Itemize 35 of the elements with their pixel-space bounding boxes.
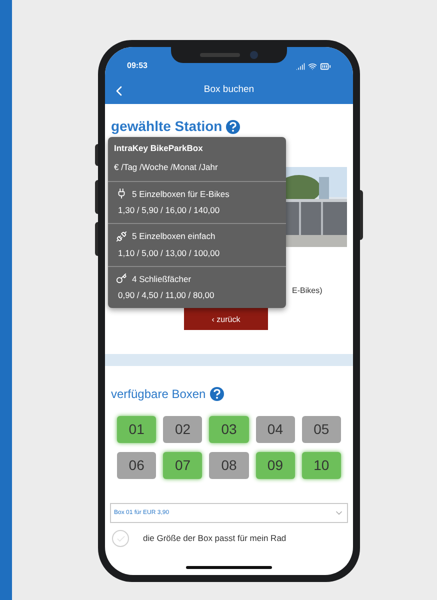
camera-icon xyxy=(250,51,258,59)
box-tile[interactable]: 03 xyxy=(209,416,249,443)
tooltip-item-label: 4 Schließfächer xyxy=(132,272,192,286)
box-tile[interactable]: 05 xyxy=(302,416,341,443)
tooltip-item-prices: 1,10 / 5,00 / 13,00 / 100,00 xyxy=(117,246,221,260)
unplug-icon xyxy=(116,230,127,242)
tooltip-title: IntraKey BikeParkBox xyxy=(114,142,204,155)
tooltip-item-label: 5 Einzelboxen für E-Bikes xyxy=(132,188,230,200)
station-heading: gewählte Station xyxy=(111,117,222,136)
help-icon[interactable] xyxy=(210,387,224,401)
box-tile[interactable]: 04 xyxy=(256,416,295,443)
page-title: Box buchen xyxy=(202,83,256,98)
key-icon xyxy=(116,273,127,284)
box-tile[interactable]: 10 xyxy=(302,452,341,479)
box-tile[interactable]: 01 xyxy=(117,416,156,443)
wifi-icon xyxy=(308,62,317,71)
confirm-checkbox[interactable] xyxy=(112,530,129,547)
tooltip-subtitle: € /Tag /Woche /Monat /Jahr xyxy=(114,160,219,174)
tooltip-item-prices: 0,90 / 4,50 / 11,00 / 80,00 xyxy=(117,289,216,302)
tooltip-item-label: 5 Einzelboxen einfach xyxy=(132,230,216,243)
box-tile[interactable]: 08 xyxy=(209,452,249,479)
plug-icon xyxy=(116,188,127,200)
confirm-label: die Größe der Box passt für mein Rad xyxy=(143,532,286,545)
status-time: 09:53 xyxy=(127,60,148,72)
boxes-heading: verfügbare Boxen xyxy=(111,386,206,403)
box-tile[interactable]: 09 xyxy=(256,452,295,479)
box-tile[interactable]: 06 xyxy=(117,452,156,479)
box-tile[interactable]: 07 xyxy=(163,452,202,479)
tooltip-item-prices: 1,30 / 5,90 / 16,00 / 140,00 xyxy=(117,204,221,217)
check-icon xyxy=(116,534,126,544)
battery-icon xyxy=(320,61,331,72)
station-note: E-Bikes) xyxy=(292,285,324,297)
box-tile[interactable]: 02 xyxy=(163,416,202,443)
signal-icon xyxy=(296,62,305,71)
help-icon[interactable] xyxy=(226,120,240,134)
